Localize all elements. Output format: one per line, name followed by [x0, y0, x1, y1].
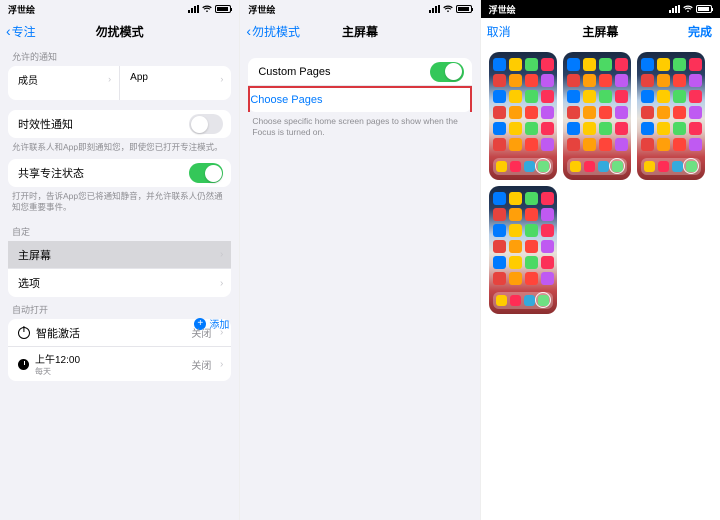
phone-panel-3: 浮世绘 取消 主屏幕 完成	[481, 0, 720, 520]
members-cell[interactable]: 成员›	[8, 66, 120, 100]
back-button[interactable]: ‹勿扰模式	[246, 23, 300, 40]
app-cell[interactable]: App›	[120, 66, 231, 100]
chevron-left-icon: ‹	[6, 23, 11, 39]
clock-icon	[18, 359, 29, 370]
select-circle-icon[interactable]	[609, 158, 625, 174]
section-custom: 自定	[0, 219, 239, 241]
share-focus-toggle[interactable]	[189, 163, 223, 183]
battery-icon	[696, 5, 712, 13]
share-footnote: 打开时，告诉App您已将通知静音，并允许联系人仍然通知您重要事件。	[0, 187, 239, 219]
done-button[interactable]: 完成	[688, 23, 712, 40]
choose-pages-row[interactable]: Choose Pages	[248, 86, 471, 112]
time-footnote: 允许联系人和App即刻通知您，即使您已打开专注模式。	[0, 138, 239, 159]
carrier-label: 浮世绘	[8, 3, 35, 16]
chevron-right-icon: ›	[220, 249, 223, 260]
options-row[interactable]: 选项›	[8, 269, 231, 297]
chevron-right-icon: ›	[220, 278, 223, 289]
allowed-card: 成员› App›	[8, 66, 231, 100]
signal-icon	[188, 5, 199, 13]
chevron-left-icon: ‹	[246, 23, 251, 39]
home-page-thumb-3[interactable]	[637, 52, 705, 180]
choose-footnote: Choose specific home screen pages to sho…	[240, 112, 479, 144]
battery-icon	[215, 5, 231, 13]
back-button[interactable]: ‹专注	[6, 23, 36, 40]
wifi-icon	[443, 5, 453, 13]
signal-icon	[429, 5, 440, 13]
custom-pages-row[interactable]: Custom Pages	[248, 58, 471, 86]
nav-bar: 取消 主屏幕 完成	[481, 18, 720, 44]
home-screen-row[interactable]: 主屏幕›	[8, 241, 231, 269]
nav-bar: ‹勿扰模式 主屏幕	[240, 18, 479, 44]
share-focus-row[interactable]: 共享专注状态	[8, 159, 231, 187]
section-allowed: 允许的通知	[0, 44, 239, 66]
status-bar: 浮世绘	[0, 0, 239, 18]
signal-icon	[669, 5, 680, 13]
chevron-right-icon: ›	[220, 327, 223, 338]
status-icons	[188, 5, 231, 13]
home-page-thumb-2[interactable]	[563, 52, 631, 180]
time-sensitive-row[interactable]: 时效性通知	[8, 110, 231, 138]
select-circle-icon[interactable]	[535, 158, 551, 174]
custom-pages-toggle[interactable]	[430, 62, 464, 82]
section-auto: 自动打开 +添加	[0, 297, 239, 319]
nav-bar: ‹专注 勿扰模式	[0, 18, 239, 44]
carrier-label: 浮世绘	[489, 3, 516, 16]
wifi-icon	[202, 5, 212, 13]
power-icon	[18, 327, 30, 339]
chevron-right-icon: ›	[220, 74, 223, 84]
carrier-label: 浮世绘	[248, 3, 275, 16]
time-sensitive-toggle[interactable]	[189, 114, 223, 134]
chevron-right-icon: ›	[220, 359, 223, 370]
nav-title: 主屏幕	[481, 23, 720, 40]
phone-panel-2: 浮世绘 ‹勿扰模式 主屏幕 Custom Pages Choose Pages …	[240, 0, 480, 520]
status-bar: 浮世绘	[240, 0, 479, 18]
phone-panel-1: 浮世绘 ‹专注 勿扰模式 允许的通知 成员› App› 时效性通知 允许联系人和…	[0, 0, 240, 520]
schedule-row[interactable]: 上午12:00每天 关闭 ›	[8, 347, 231, 381]
wifi-icon	[683, 5, 693, 13]
status-bar: 浮世绘	[481, 0, 720, 18]
home-page-thumb-4[interactable]	[489, 186, 557, 314]
select-circle-icon[interactable]	[683, 158, 699, 174]
chevron-right-icon: ›	[108, 74, 111, 84]
select-circle-icon[interactable]	[535, 292, 551, 308]
pages-grid	[481, 44, 720, 322]
battery-icon	[456, 5, 472, 13]
home-page-thumb-1[interactable]	[489, 52, 557, 180]
cancel-button[interactable]: 取消	[487, 23, 511, 40]
smart-activate-row[interactable]: 智能激活 关闭 ›	[8, 319, 231, 347]
